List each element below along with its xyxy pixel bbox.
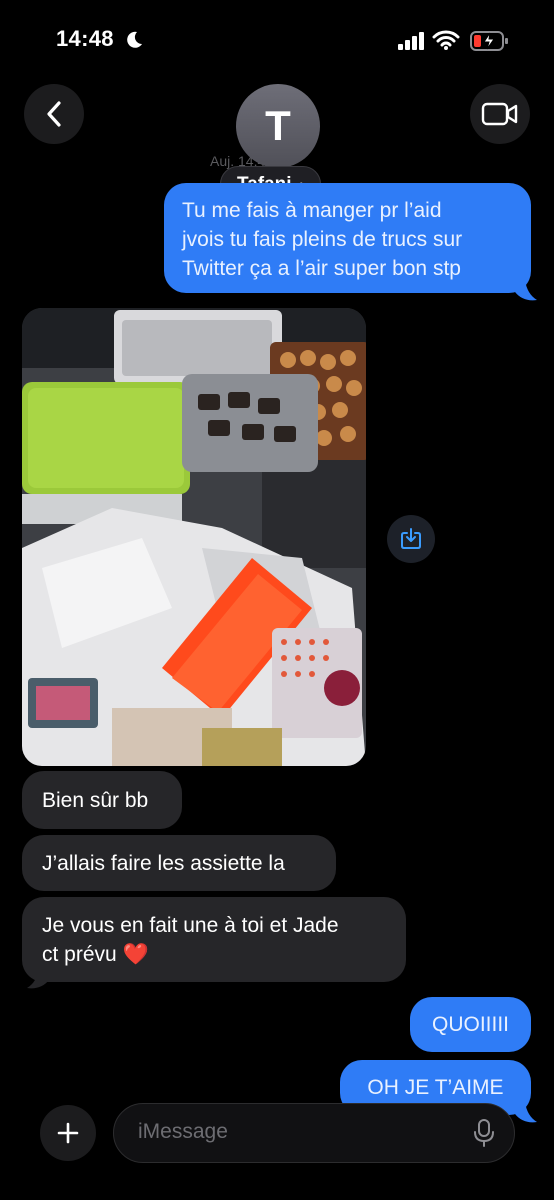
message-input[interactable]: iMessage [113, 1103, 515, 1163]
contact-avatar[interactable]: T [236, 84, 320, 168]
save-photo-button[interactable] [387, 515, 435, 563]
microphone-icon[interactable] [472, 1118, 496, 1148]
message-text: OH JE T’AIME [367, 1076, 504, 1099]
back-button[interactable] [24, 84, 84, 144]
signal-icon [398, 32, 424, 50]
message-text: J’allais faire les assiette la [42, 851, 285, 875]
message-line: Twitter ça a l’air super bon stp [182, 257, 461, 280]
message-bubble-received[interactable]: Je vous en fait une à toi et Jade ct pré… [22, 897, 406, 982]
message-text: QUOIIIII [431, 1013, 509, 1036]
message-line: ct prévu ❤️ [42, 943, 149, 966]
message-input-placeholder: iMessage [138, 1120, 228, 1143]
message-bubble-received[interactable]: Bien sûr bb [22, 771, 182, 829]
video-camera-icon [481, 102, 518, 126]
moon-icon [127, 31, 142, 48]
message-text: Bien sûr bb [42, 788, 149, 812]
bubble-tail [27, 968, 49, 989]
plus-icon [57, 1122, 79, 1144]
wifi-icon [432, 30, 460, 50]
battery-charging-icon [470, 31, 508, 51]
photo-message[interactable] [22, 308, 366, 766]
message-bubble-received[interactable]: J’allais faire les assiette la [22, 835, 336, 891]
status-time: 14:48 [56, 26, 114, 51]
bubble-tail [515, 1102, 537, 1123]
message-line: jvois tu fais pleins de trucs sur [182, 228, 463, 251]
message-bubble-sent[interactable]: Tu me fais à manger pr l’aid jvois tu fa… [164, 183, 531, 293]
video-call-button[interactable] [470, 84, 530, 144]
food-photo [22, 308, 366, 766]
chevron-left-icon [47, 101, 61, 127]
add-attachment-button[interactable] [40, 1105, 96, 1161]
message-bubble-sent[interactable]: QUOIIIII [410, 997, 531, 1052]
save-to-photos-icon [401, 528, 421, 549]
bubble-tail [515, 280, 537, 301]
message-line: Tu me fais à manger pr l’aid [182, 199, 442, 222]
message-line: Je vous en fait une à toi et Jade [42, 914, 339, 937]
